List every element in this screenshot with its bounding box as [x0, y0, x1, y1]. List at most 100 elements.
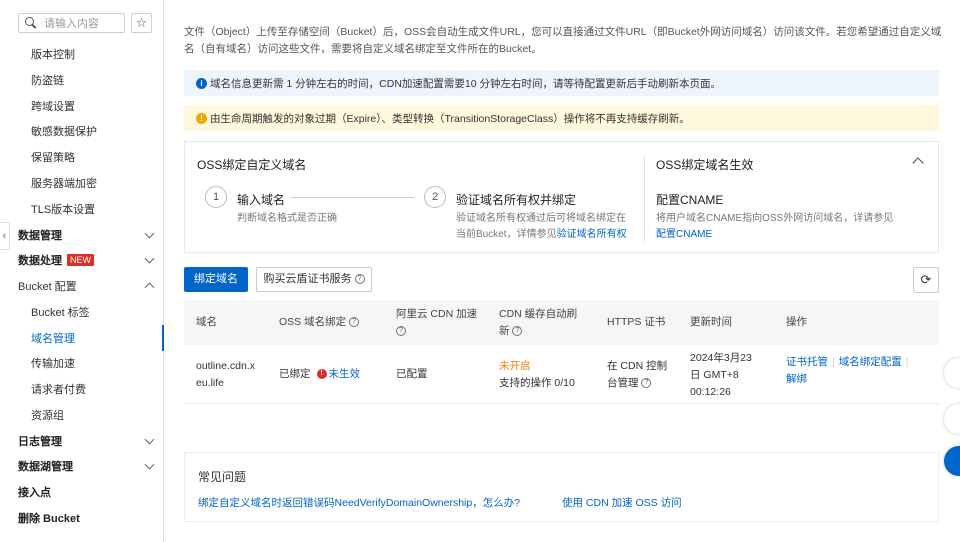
- sidebar-item-label: 版本控制: [31, 49, 75, 61]
- col-oss-bind: OSS 域名绑定 ?: [279, 314, 360, 331]
- row-update-time: 2024年3月23日 GMT+8 00:12:26: [690, 352, 752, 398]
- refresh-button[interactable]: ⟳: [913, 267, 939, 293]
- chevron-up-icon: [144, 282, 155, 293]
- sidebar-item-bucket-config[interactable]: Bucket 配置: [0, 273, 163, 299]
- buy-cert-label: 购买云盾证书服务: [263, 273, 352, 285]
- verify-ownership-link[interactable]: 验证域名所有权: [557, 229, 627, 240]
- col-update-time: 更新时间: [690, 316, 732, 328]
- sidebar-item-label: 日志管理: [18, 436, 62, 448]
- sidebar-item-hotlink[interactable]: 防盗链: [0, 67, 163, 93]
- col-cdn-refresh: CDN 缓存自动刷新 ?: [499, 306, 584, 340]
- col-actions: 操作: [786, 316, 807, 328]
- help-icon: ?: [512, 326, 523, 337]
- sidebar-item-label: 跨域设置: [31, 101, 75, 113]
- info-notice: i 域名信息更新需 1 分钟左右的时间，CDN加速配置需要10 分钟左右时间，请…: [184, 70, 939, 96]
- sidebar-item-bucket-tags[interactable]: Bucket 标签: [0, 299, 163, 325]
- sidebar-item-label: 资源组: [31, 410, 64, 422]
- faq-section: 常见问题 绑定自定义域名时返回错误码NeedVerifyDomainOwners…: [184, 452, 939, 522]
- sidebar-item-data-management[interactable]: 数据管理: [0, 222, 163, 248]
- chevron-down-icon: [144, 228, 155, 239]
- sidebar-item-log-management[interactable]: 日志管理: [0, 428, 163, 454]
- table-header: 域名 OSS 域名绑定 ? 阿里云 CDN 加速? CDN 缓存自动刷新 ? H…: [184, 300, 939, 345]
- step-connector: [291, 197, 414, 198]
- row-https: 在 CDN 控制台管理 ?: [607, 358, 669, 392]
- cname-desc-text: 将用户域名CNAME指向OSS外网访问域名，详请参见: [656, 213, 894, 224]
- page-root: 请输入内容 ☆ 版本控制 防盗链 跨域设置 敏感数据保护 保留策略 服务器端加密…: [0, 0, 960, 542]
- row-actions: 证书托管 | 域名绑定配置 | 解绑: [786, 354, 926, 388]
- refresh-ops-link[interactable]: 支持的操作 0/10: [499, 375, 575, 392]
- faq-link-verify-ownership[interactable]: 绑定自定义域名时返回错误码NeedVerifyDomainOwnership，怎…: [198, 495, 520, 510]
- unbind-link[interactable]: 解绑: [786, 373, 807, 385]
- row-oss-bind-text: 已绑定: [279, 368, 311, 380]
- help-icon: ?: [354, 274, 365, 285]
- step-1-circle: 1: [205, 186, 227, 208]
- main-content: 文件（Object）上传至存储空间（Bucket）后，OSS会自动生成文件URL…: [164, 0, 960, 542]
- sidebar-item-label: TLS版本设置: [31, 204, 96, 216]
- error-icon: !: [316, 369, 327, 380]
- sidebar-item-encryption[interactable]: 服务器端加密: [0, 170, 163, 196]
- cname-config-link[interactable]: 配置CNAME: [656, 229, 712, 240]
- bind-effect-title: OSS绑定域名生效: [656, 158, 754, 172]
- refresh-status: 未开启: [499, 360, 531, 372]
- step-1-desc: 判断域名格式是否正确: [237, 213, 337, 224]
- help-icon: ?: [396, 326, 406, 337]
- sidebar-item-cors[interactable]: 跨域设置: [0, 93, 163, 119]
- sidebar-item-label: 防盗链: [31, 75, 64, 87]
- sidebar-item-label: 敏感数据保护: [31, 126, 97, 138]
- sidebar-collapse-button[interactable]: ‹: [0, 222, 10, 250]
- chevron-down-icon: [144, 434, 155, 445]
- sidebar-item-data-lake[interactable]: 数据湖管理: [0, 453, 163, 479]
- sidebar-item-label: Bucket 标签: [31, 307, 90, 319]
- cname-title: 配置CNAME: [656, 193, 724, 207]
- info-notice-text: 域名信息更新需 1 分钟左右的时间，CDN加速配置需要10 分钟左右时间，请等待…: [210, 77, 722, 90]
- col-cdn-label: 阿里云 CDN 加速: [396, 308, 478, 320]
- divider: |: [905, 356, 909, 368]
- favorite-star-button[interactable]: ☆: [131, 13, 152, 33]
- sidebar-item-data-processing[interactable]: 数据处理 NEW: [0, 247, 163, 273]
- cert-hosting-link[interactable]: 证书托管: [786, 356, 828, 368]
- sidebar-item-domain-management[interactable]: 域名管理: [0, 325, 164, 351]
- row-https-text: 在 CDN 控制台管理: [607, 360, 668, 389]
- sidebar-item-label: 接入点: [18, 487, 51, 499]
- faq-link-cdn-acceleration[interactable]: 使用 CDN 加速 OSS 访问: [562, 495, 682, 510]
- row-oss-bind: 已绑定! 未生效: [279, 366, 360, 383]
- sidebar-item-access-point[interactable]: 接入点: [0, 479, 163, 505]
- sidebar-item-requester-pays[interactable]: 请求者付费: [0, 376, 163, 402]
- cname-desc: 将用户域名CNAME指向OSS外网访问域名，详请参见配置CNAME: [656, 211, 896, 243]
- divider: |: [832, 356, 835, 368]
- sidebar-item-retention[interactable]: 保留策略: [0, 144, 163, 170]
- warning-notice: ! 由生命周期触发的对象过期（Expire）、类型转换（TransitionSt…: [184, 105, 939, 131]
- sidebar-item-delete-bucket[interactable]: 删除 Bucket: [0, 505, 163, 531]
- chevron-down-icon: [144, 253, 155, 264]
- sidebar-item-resource-group[interactable]: 资源组: [0, 402, 163, 428]
- info-icon: i: [196, 77, 207, 89]
- col-oss-bind-label: OSS 域名绑定: [279, 316, 347, 328]
- buy-cert-button[interactable]: 购买云盾证书服务 ?: [256, 267, 372, 292]
- card-divider: [644, 154, 645, 242]
- step-2-desc: 验证域名所有权通过后可将域名绑定在当前Bucket，详情参见验证域名所有权: [456, 211, 634, 243]
- sidebar-item-label: 传输加速: [31, 358, 75, 370]
- cdn-configured-link[interactable]: 已配置: [396, 366, 428, 383]
- sidebar-item-sensitive-data[interactable]: 敏感数据保护: [0, 118, 163, 144]
- sidebar-item-label: 数据湖管理: [18, 461, 73, 473]
- col-cdn-refresh-label: CDN 缓存自动刷新: [499, 308, 578, 337]
- oss-status-link[interactable]: 未生效: [329, 368, 361, 380]
- faq-title: 常见问题: [198, 470, 247, 484]
- page-description: 文件（Object）上传至存储空间（Bucket）后，OSS会自动生成文件URL…: [184, 26, 942, 55]
- step-2-title: 验证域名所有权并绑定: [456, 193, 577, 207]
- new-badge: NEW: [67, 254, 94, 266]
- search-input[interactable]: 请输入内容: [18, 13, 125, 33]
- sidebar-item-transfer-acceleration[interactable]: 传输加速: [0, 350, 163, 376]
- sidebar-item-label: 请求者付费: [31, 384, 86, 396]
- sidebar-item-tls[interactable]: TLS版本设置: [0, 196, 163, 222]
- bind-card-title: OSS绑定自定义域名: [197, 158, 307, 172]
- sidebar-item-label: 保留策略: [31, 152, 75, 164]
- bind-domain-button[interactable]: 绑定域名: [184, 267, 248, 292]
- warning-notice-text: 由生命周期触发的对象过期（Expire）、类型转换（TransitionStor…: [210, 112, 690, 125]
- col-domain: 域名: [196, 316, 217, 328]
- domain-binding-config-link[interactable]: 域名绑定配置: [839, 356, 902, 368]
- collapse-up-icon[interactable]: [912, 157, 924, 169]
- chevron-down-icon: [144, 459, 155, 470]
- sidebar-item-version-control[interactable]: 版本控制: [0, 41, 163, 67]
- help-icon: ?: [349, 317, 360, 328]
